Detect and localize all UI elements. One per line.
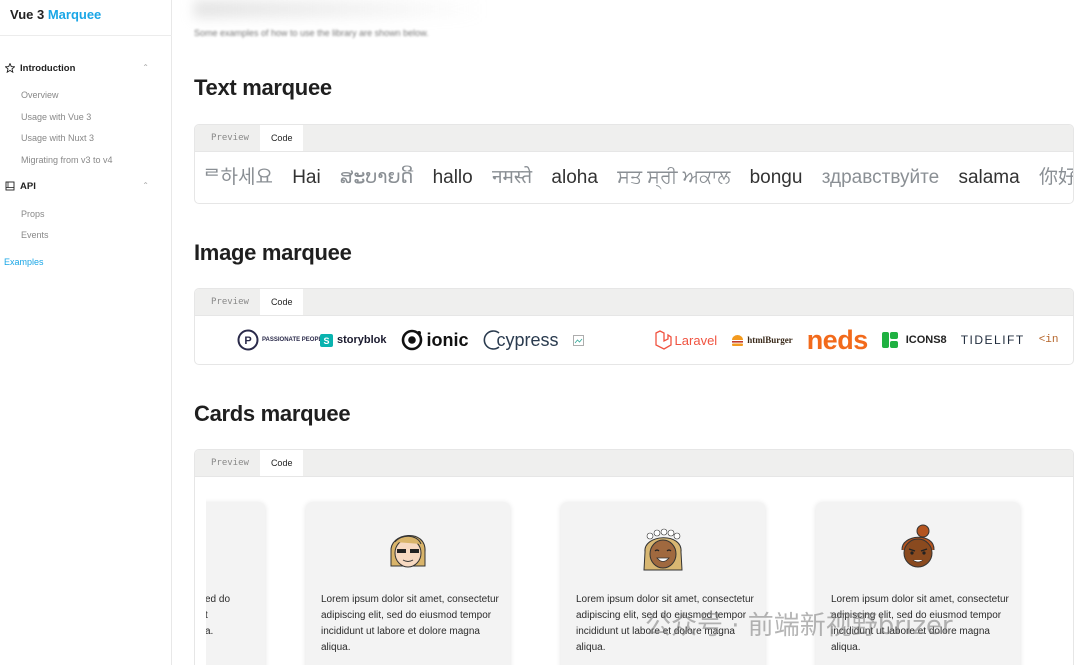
icons8-logo: ICONS8: [881, 332, 947, 348]
greeting-lao: ສະບາຍດີ: [340, 167, 414, 188]
demo-tabs: Preview Code: [195, 125, 1073, 152]
watermark: 公众号 · 前端新视野brizer: [645, 611, 953, 641]
tab-code[interactable]: Code: [259, 289, 304, 315]
heading-text-marquee: Text marquee: [194, 75, 332, 100]
icons8-icon: [881, 332, 898, 348]
section-label: API: [20, 180, 36, 192]
text-marquee-track: ᄅ하세요 Hai ສະບາຍດີ hallo नमस्ते aloha ਸਤ ਸ…: [203, 162, 1073, 189]
brand-prefix: Vue 3: [10, 7, 45, 22]
demo-tabs: Preview Code: [195, 450, 1073, 477]
cypress-logo: cypress: [483, 329, 559, 351]
ionic-icon: [401, 329, 422, 351]
sidebar-item-examples[interactable]: Examples: [4, 257, 44, 267]
brand-title[interactable]: Vue 3 Marquee: [10, 7, 101, 22]
tidelift-logo: TIDELIFT: [960, 333, 1025, 347]
main-content: Some examples of how to use the library …: [172, 0, 1080, 665]
storyblok-logo: S storyblok: [320, 333, 387, 347]
avatar-bun-hair-icon: [901, 524, 935, 568]
heading-cards-marquee: Cards marquee: [194, 401, 351, 426]
broken-image-icon: [572, 334, 584, 346]
avatar-flower-crown-icon: [643, 528, 683, 571]
neds-logo: neds: [806, 324, 869, 355]
broken-image-glyph: [572, 334, 584, 346]
storyblok-icon: S: [320, 333, 333, 347]
passionate-people-icon: P: [237, 329, 259, 351]
image-marquee-preview: P PASSIONATE PEOPLE S storyblok ionic cy…: [195, 316, 1073, 364]
intro-text: Some examples of how to use the library …: [194, 28, 429, 38]
card-text: Lorem ipsum dolor sit amet, consectetur …: [321, 594, 499, 653]
greeting-hawaiian: aloha: [551, 167, 598, 188]
greeting-korean: ᄅ하세요: [203, 167, 273, 188]
greeting-chinese: 你好: [1038, 167, 1073, 188]
tab-code[interactable]: Code: [259, 125, 304, 151]
faded-heading: [194, 0, 484, 18]
demo-text-marquee: Preview Code ᄅ하세요 Hai ສະບາຍດີ hallo नमस्…: [194, 124, 1074, 204]
ionic-logo: ionic: [401, 329, 469, 351]
avatar-sunglasses-icon: [390, 535, 426, 568]
tab-preview[interactable]: Preview: [200, 289, 260, 315]
card: ed do t a.: [206, 502, 265, 665]
collapse-icon[interactable]: ⌃: [142, 63, 149, 72]
star-icon: [5, 63, 15, 73]
header-divider: [0, 35, 172, 36]
greeting-punjabi: ਸਤ ਸ੍ਰੀ ਅਕਾਲ: [617, 167, 731, 188]
sidebar-item-props[interactable]: Props: [21, 209, 45, 219]
tab-code[interactable]: Code: [259, 450, 304, 476]
heading-image-marquee: Image marquee: [194, 240, 352, 265]
greeting-indonesian: Hai: [292, 167, 321, 188]
svg-text:P: P: [244, 335, 251, 347]
sidebar-item-usage-vue3[interactable]: Usage with Vue 3: [21, 112, 91, 122]
text-marquee-preview: ᄅ하세요 Hai ສະບາຍດີ hallo नमस्ते aloha ਸਤ ਸ…: [195, 152, 1073, 203]
htmlburger-logo: htmlBurger: [731, 334, 793, 347]
book-icon: [5, 181, 15, 191]
collapse-icon[interactable]: ⌃: [142, 181, 149, 190]
demo-image-marquee: Preview Code P PASSIONATE PEOPLE S story…: [194, 288, 1074, 365]
greeting-maltese: bongu: [749, 167, 803, 188]
sidebar-section-introduction[interactable]: Introduction ⌃: [5, 60, 155, 76]
card: Lorem ipsum dolor sit amet, consectetur …: [306, 502, 510, 665]
greeting-russian: здравствуйте: [821, 167, 940, 188]
greeting-dutch: hallo: [432, 167, 473, 188]
tab-preview[interactable]: Preview: [200, 125, 260, 151]
sidebar: Vue 3 Marquee Introduction ⌃ Overview Us…: [0, 0, 172, 665]
burger-icon: [732, 334, 744, 346]
svg-text:S: S: [323, 336, 329, 346]
greeting-hindi: नमस्ते: [492, 167, 533, 188]
sidebar-item-migrating[interactable]: Migrating from v3 to v4: [21, 155, 113, 165]
partial-logo: <in: [1038, 334, 1059, 346]
section-label: Introduction: [20, 62, 76, 74]
sidebar-item-overview[interactable]: Overview: [21, 90, 59, 100]
card-text-partial: ed do t a.: [206, 594, 231, 637]
laravel-logo: Laravel: [654, 330, 717, 350]
tab-preview[interactable]: Preview: [200, 450, 260, 476]
greeting-malagasy: salama: [958, 167, 1020, 188]
brand-accent: Marquee: [47, 7, 102, 22]
sidebar-item-usage-nuxt3[interactable]: Usage with Nuxt 3: [21, 133, 94, 143]
sidebar-section-api[interactable]: API ⌃: [5, 178, 155, 194]
laravel-icon: [654, 330, 672, 350]
sidebar-item-events[interactable]: Events: [21, 230, 49, 240]
demo-tabs: Preview Code: [195, 289, 1073, 316]
passionate-people-logo: P PASSIONATE PEOPLE: [237, 329, 326, 351]
image-marquee-track: P PASSIONATE PEOPLE S storyblok ionic cy…: [237, 316, 1073, 364]
